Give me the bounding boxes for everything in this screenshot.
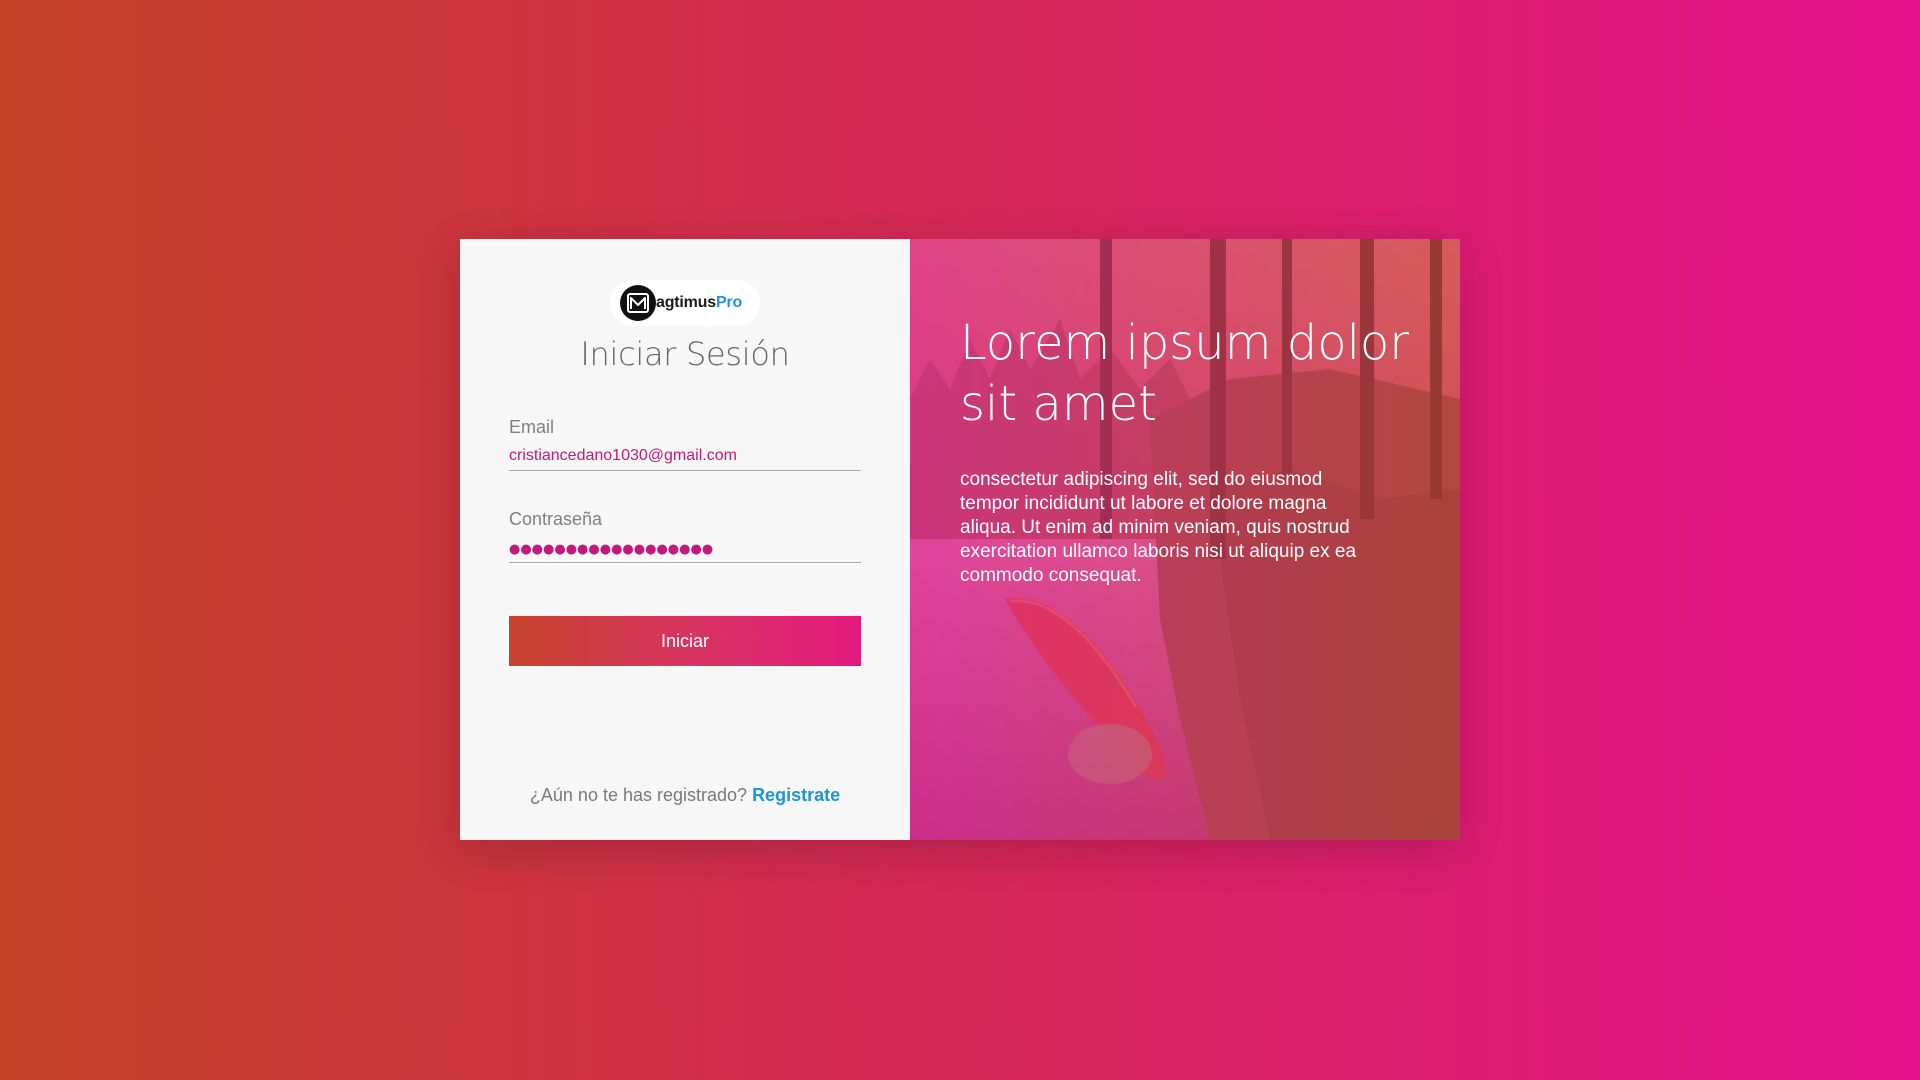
password-label: Contraseña — [509, 509, 603, 529]
hero-text: consectetur adipiscing elit, sed do eius… — [960, 469, 1357, 586]
page-title: Iniciar Sesión — [580, 335, 790, 373]
register-prompt-text: ¿Aún no te has registrado? — [529, 785, 748, 805]
register-link[interactable]: Registrate — [752, 785, 840, 805]
email-label: Email — [509, 417, 555, 437]
password-input[interactable]: ●●●●●●●●●●●●●●●●●● — [509, 533, 861, 563]
brand-name: agtimusPro — [656, 294, 742, 312]
brand-name-main: agtimus — [656, 294, 716, 311]
login-card: agtimusPro Iniciar Sesión Email Contrase… — [460, 239, 1460, 840]
password-field-group: Contraseña ●●●●●●●●●●●●●●●●●● — [509, 507, 861, 563]
login-button[interactable]: Iniciar — [509, 616, 861, 666]
hero-panel: Lorem ipsum dolor sit amet consectetur a… — [910, 239, 1460, 840]
login-panel: agtimusPro Iniciar Sesión Email Contrase… — [460, 239, 910, 840]
brand-name-pro: Pro — [715, 294, 743, 311]
register-prompt: ¿Aún no te has registrado? Registrate — [460, 785, 910, 806]
email-input[interactable] — [509, 441, 861, 471]
brand-logo: agtimusPro — [610, 280, 760, 326]
email-field-group: Email — [509, 415, 861, 471]
m-monogram-icon — [620, 285, 656, 321]
hero-title: Lorem ipsum dolor sit amet — [960, 315, 1410, 432]
